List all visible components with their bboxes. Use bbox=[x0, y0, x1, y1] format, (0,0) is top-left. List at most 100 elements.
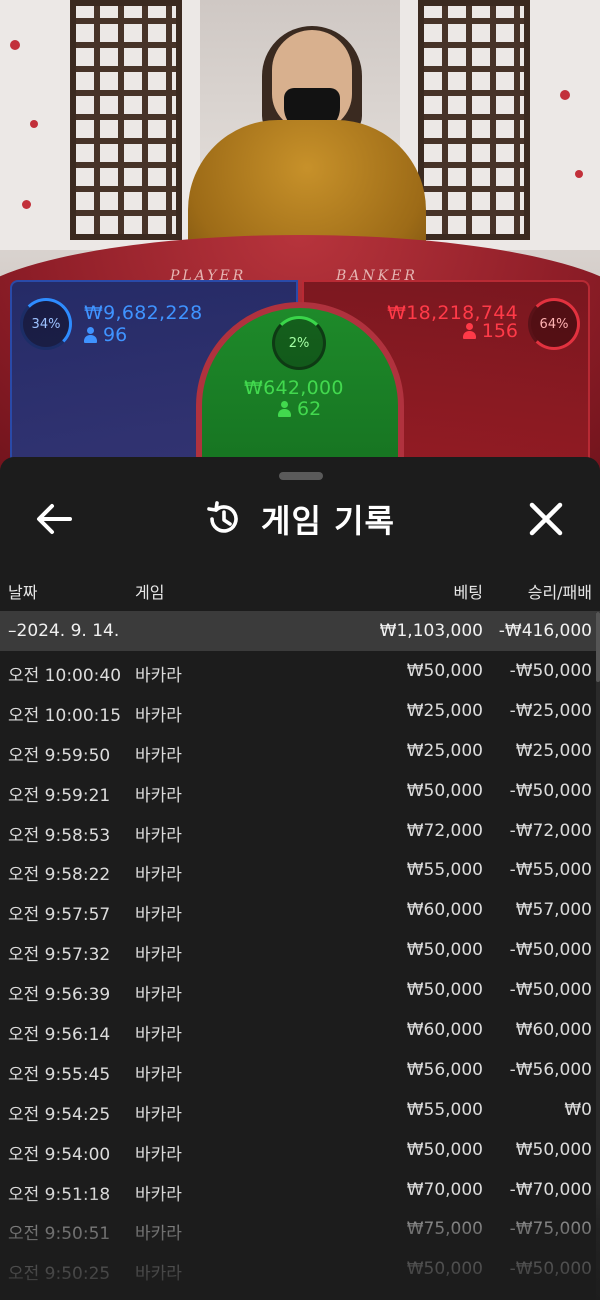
tie-percent-ring: 2% bbox=[272, 316, 326, 370]
row-time: 오전 9:51:18 bbox=[8, 1184, 111, 1205]
player-bettor-count: 96 bbox=[84, 324, 127, 346]
row-game: 바카라 bbox=[135, 1064, 182, 1085]
row-bet: ₩55,000 bbox=[406, 1099, 483, 1120]
banker-count-value: 156 bbox=[481, 320, 518, 342]
sheet-drag-handle[interactable] bbox=[279, 472, 323, 480]
row-result: -₩50,000 bbox=[509, 780, 592, 801]
row-game: 바카라 bbox=[135, 1025, 182, 1046]
row-game: 바카라 bbox=[135, 985, 182, 1006]
date-group-row[interactable]: –2024. 9. 14. ₩1,103,000 -₩416,000 bbox=[0, 611, 600, 651]
row-bet: ₩60,000 bbox=[406, 900, 483, 921]
row-game: 바카라 bbox=[135, 1184, 182, 1205]
player-percent-ring: 34% bbox=[20, 298, 72, 350]
row-result: ₩60,000 bbox=[515, 1020, 592, 1041]
table-row[interactable]: 오전 9:54:25 바카라 ₩55,000 ₩0 bbox=[0, 1092, 600, 1132]
row-bet: ₩72,000 bbox=[406, 820, 483, 841]
row-bet: ₩55,000 bbox=[406, 860, 483, 881]
table-row[interactable]: 오전 9:57:57 바카라 ₩60,000 ₩57,000 bbox=[0, 892, 600, 932]
row-time: 오전 9:58:22 bbox=[8, 865, 111, 886]
row-result: ₩50,000 bbox=[515, 1139, 592, 1160]
column-header-game: 게임 bbox=[135, 583, 165, 602]
row-bet: ₩25,000 bbox=[406, 740, 483, 761]
date-group-bet-total: ₩1,103,000 bbox=[379, 621, 483, 641]
row-time: 오전 9:55:45 bbox=[8, 1064, 111, 1085]
row-bet: ₩50,000 bbox=[406, 940, 483, 961]
row-game: 바카라 bbox=[135, 865, 182, 886]
row-result: ₩57,000 bbox=[515, 900, 592, 921]
row-result: ₩25,000 bbox=[515, 740, 592, 761]
row-result: -₩72,000 bbox=[509, 820, 592, 841]
row-game: 바카라 bbox=[135, 945, 182, 966]
sheet-title: 게임 기록 bbox=[261, 502, 395, 540]
row-result: -₩25,000 bbox=[509, 700, 592, 721]
banker-bettor-count: 156 bbox=[462, 320, 518, 342]
table-row[interactable]: 오전 9:54:00 바카라 ₩50,000 ₩50,000 bbox=[0, 1132, 600, 1172]
player-percent: 34% bbox=[31, 316, 61, 332]
column-header-bet: 베팅 bbox=[453, 583, 483, 602]
row-game: 바카라 bbox=[135, 705, 182, 726]
banker-percent: 64% bbox=[539, 316, 569, 332]
row-time: 오전 10:00:40 bbox=[8, 666, 122, 686]
table-row[interactable]: 오전 9:57:32 바카라 ₩50,000 -₩50,000 bbox=[0, 932, 600, 972]
table-row[interactable]: 오전 10:00:15 바카라 ₩25,000 -₩25,000 bbox=[0, 693, 600, 733]
row-bet: ₩56,000 bbox=[406, 1059, 483, 1080]
row-time: 오전 10:00:15 bbox=[8, 705, 122, 726]
scrollbar-thumb[interactable] bbox=[596, 612, 600, 682]
back-button[interactable] bbox=[30, 499, 78, 539]
person-icon bbox=[84, 327, 97, 343]
row-bet: ₩50,000 bbox=[406, 1259, 483, 1280]
date-group-label: –2024. 9. 14. bbox=[8, 621, 120, 641]
row-bet: ₩50,000 bbox=[406, 780, 483, 801]
table-row[interactable]: 오전 9:58:53 바카라 ₩72,000 -₩72,000 bbox=[0, 813, 600, 853]
game-history-sheet: 게임 기록 날짜 게임 베팅 승리/패배 –2024. 9. 14. ₩1,10… bbox=[0, 457, 600, 1300]
table-row[interactable]: 오전 9:56:14 바카라 ₩60,000 ₩60,000 bbox=[0, 1012, 600, 1052]
blossom-decoration bbox=[575, 170, 583, 178]
column-header-result: 승리/패배 bbox=[527, 583, 592, 602]
table-row[interactable]: 오전 10:00:40 바카라 ₩50,000 -₩50,000 bbox=[0, 653, 600, 693]
row-result: -₩55,000 bbox=[509, 860, 592, 881]
row-result: -₩50,000 bbox=[509, 661, 592, 681]
table-row[interactable]: 오전 9:50:25 바카라 ₩50,000 -₩50,000 bbox=[0, 1251, 600, 1291]
sheet-header: 게임 기록 bbox=[0, 487, 600, 551]
row-time: 오전 9:54:00 bbox=[8, 1144, 111, 1165]
row-bet: ₩50,000 bbox=[406, 980, 483, 1001]
row-game: 바카라 bbox=[135, 1144, 182, 1165]
player-count-value: 96 bbox=[103, 324, 128, 346]
table-row[interactable]: 오전 9:59:50 바카라 ₩25,000 ₩25,000 bbox=[0, 733, 600, 773]
lattice-screen-left bbox=[70, 0, 182, 240]
row-bet: ₩75,000 bbox=[406, 1219, 483, 1240]
row-game: 바카라 bbox=[135, 1104, 182, 1125]
row-time: 오전 9:56:39 bbox=[8, 985, 111, 1006]
row-result: -₩70,000 bbox=[509, 1179, 592, 1200]
row-game: 바카라 bbox=[135, 1224, 182, 1245]
table-row[interactable]: 오전 9:59:21 바카라 ₩50,000 -₩50,000 bbox=[0, 773, 600, 813]
blossom-decoration bbox=[560, 90, 570, 100]
row-bet: ₩60,000 bbox=[406, 1020, 483, 1041]
row-result: ₩0 bbox=[564, 1099, 592, 1120]
arrow-left-icon bbox=[37, 504, 72, 534]
row-game: 바카라 bbox=[135, 745, 182, 766]
player-bet-amount: ₩9,682,228 bbox=[84, 302, 203, 324]
scrollbar-track[interactable] bbox=[596, 612, 600, 1300]
close-button[interactable] bbox=[524, 497, 568, 541]
table-row[interactable]: 오전 9:50:51 바카라 ₩75,000 -₩75,000 bbox=[0, 1211, 600, 1251]
blossom-decoration bbox=[22, 200, 31, 209]
row-result: -₩50,000 bbox=[509, 1259, 592, 1280]
row-bet: ₩50,000 bbox=[406, 1139, 483, 1160]
date-group-result-total: -₩416,000 bbox=[498, 621, 592, 641]
row-bet: ₩50,000 bbox=[406, 661, 483, 681]
row-time: 오전 9:59:21 bbox=[8, 785, 111, 806]
row-game: 바카라 bbox=[135, 825, 182, 846]
table-row[interactable]: 오전 9:56:39 바카라 ₩50,000 -₩50,000 bbox=[0, 972, 600, 1012]
table-row[interactable]: 오전 9:55:45 바카라 ₩56,000 -₩56,000 bbox=[0, 1052, 600, 1092]
table-row[interactable]: 오전 9:51:18 바카라 ₩70,000 -₩70,000 bbox=[0, 1172, 600, 1212]
row-result: -₩50,000 bbox=[509, 980, 592, 1001]
row-time: 오전 9:59:50 bbox=[8, 745, 111, 766]
table-row[interactable]: 오전 9:58:22 바카라 ₩55,000 -₩55,000 bbox=[0, 852, 600, 892]
row-time: 오전 9:50:51 bbox=[8, 1224, 111, 1245]
row-bet: ₩70,000 bbox=[406, 1179, 483, 1200]
tie-bettor-count: 62 bbox=[278, 398, 321, 420]
tie-bet-amount: ₩642,000 bbox=[244, 377, 344, 399]
close-icon bbox=[529, 502, 563, 536]
row-bet: ₩25,000 bbox=[406, 700, 483, 721]
